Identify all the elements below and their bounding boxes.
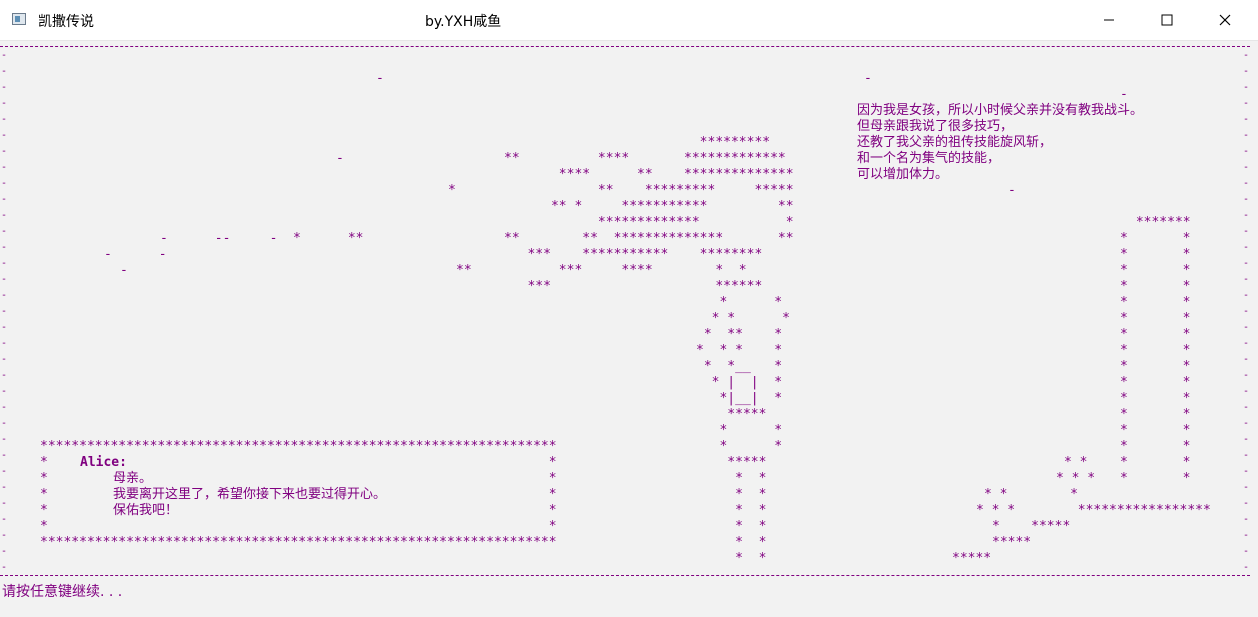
ascii-path: *****	[992, 535, 1032, 550]
narration-line: 但母亲跟我说了很多技巧，	[857, 119, 1014, 134]
minimize-button[interactable]	[1080, 0, 1138, 40]
maximize-icon	[1161, 14, 1173, 26]
dialog-border-bottom: ****************************************…	[40, 535, 557, 550]
frame-bottom-rule	[0, 575, 1250, 576]
ascii-dash: -	[1120, 87, 1128, 102]
close-button[interactable]	[1196, 0, 1254, 40]
frame-left-edge: - - - - - - - - - - - - - - - - - - - - …	[1, 50, 8, 573]
frame-top-rule	[0, 46, 1250, 47]
minimize-icon	[1104, 19, 1114, 21]
ascii-trunk-figure: * * * * * * ** * * * * * * *__ * * | | *…	[696, 295, 790, 566]
continue-prompt[interactable]: 请按任意键继续. . .	[2, 584, 122, 600]
ascii-tree-canopy: ********* ** **** ************* **** ** …	[504, 135, 794, 294]
title-bar: 凯撒传说 by.YXH咸鱼	[0, 0, 1258, 41]
ascii-wind: - -- - * **	[160, 231, 364, 246]
dialog-line: 我要离开这里了，希望你接下来也要过得开心。	[113, 487, 387, 502]
narration-line: 和一个名为集气的技能，	[857, 151, 1001, 166]
ascii-path: * * *	[984, 487, 1078, 502]
dialog-line: 保佑我吧！	[113, 503, 179, 518]
ascii-dash: -	[376, 71, 384, 86]
window-title: 凯撒传说	[38, 14, 94, 30]
ascii-path: * *****	[992, 519, 1071, 534]
ascii-tower: * * * * * * * * * * * * * * * * * * * * …	[1120, 231, 1191, 486]
ascii-path: *****	[952, 551, 992, 566]
ascii-dash: -	[120, 263, 128, 278]
narration-line: 因为我是女孩，所以小时候父亲并没有教我战斗。	[857, 103, 1144, 118]
window-subtitle: by.YXH咸鱼	[425, 14, 502, 30]
ascii-dash: -	[864, 71, 872, 86]
close-icon	[1219, 14, 1231, 26]
frame-right-edge: - - - - - - - - - - - - - - - - - - - - …	[1243, 50, 1250, 573]
ascii-path: * * * *****************	[976, 503, 1211, 518]
ascii-path: * *	[1064, 455, 1088, 470]
narration-line: 还教了我父亲的祖传技能旋风斩，	[857, 135, 1053, 150]
narration-line: 可以增加体力。	[857, 167, 949, 182]
ascii-wind: - -	[104, 247, 167, 262]
console-area: - - - - - - - - - - - - - - - - - - - - …	[0, 40, 1258, 617]
ascii-star: *	[448, 183, 456, 198]
ascii-tower: *******	[1128, 215, 1191, 230]
dialog-speaker: Alice:	[80, 455, 127, 470]
dialog-line: 母亲。	[113, 471, 153, 486]
ascii-star: **	[456, 263, 472, 278]
app-icon	[12, 13, 26, 25]
maximize-button[interactable]	[1138, 0, 1196, 40]
ascii-dash: -	[1008, 183, 1016, 198]
dialog-border-top: ****************************************…	[40, 439, 557, 454]
ascii-path: * * *	[1056, 471, 1096, 486]
ascii-dash: -	[336, 151, 344, 166]
